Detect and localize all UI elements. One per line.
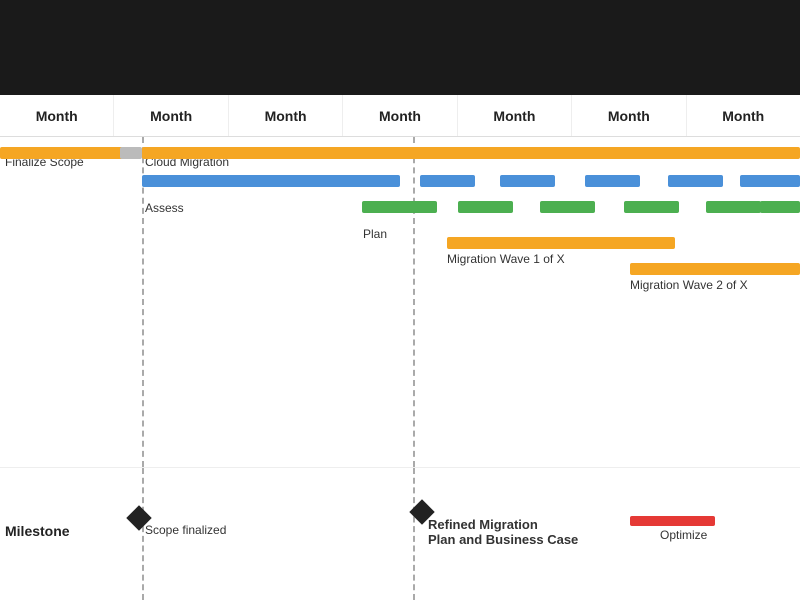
gantt-bar-5 (500, 175, 555, 187)
milestone-label-1: Refined Migration Plan and Business Case (428, 517, 578, 547)
gantt-bar-13 (706, 201, 761, 213)
gantt-bar-12 (624, 201, 679, 213)
milestone-dashed-line-0 (142, 468, 144, 600)
gantt-inline-label-1: Migration Wave 2 of X (630, 278, 748, 292)
month-col-3: Month (229, 95, 343, 136)
gantt-bar-0 (0, 147, 130, 159)
gantt-bar-15 (447, 237, 675, 249)
month-header: Month Month Month Month Month Month Mont… (0, 95, 800, 137)
gantt-bar-8 (740, 175, 800, 187)
top-bar (0, 0, 800, 95)
dashed-line-1 (413, 137, 415, 467)
gantt-bar-7 (668, 175, 723, 187)
milestone-bar-2 (630, 516, 715, 526)
month-col-1: Month (0, 95, 114, 136)
month-col-7: Month (687, 95, 800, 136)
month-col-2: Month (114, 95, 228, 136)
month-col-5: Month (458, 95, 572, 136)
row-label-2: Assess (145, 201, 184, 215)
gantt-inline-label-0: Migration Wave 1 of X (447, 252, 565, 266)
gantt-bar-16 (630, 263, 800, 275)
milestone-dashed-line-1 (413, 468, 415, 600)
gantt-bar-14 (760, 201, 800, 213)
milestone-label-0: Scope finalized (145, 523, 226, 537)
gantt-bar-10 (458, 201, 513, 213)
gantt-bar-3 (142, 175, 400, 187)
gantt-bar-1 (120, 147, 142, 159)
gantt-bar-11 (540, 201, 595, 213)
milestone-area: Milestone Scope finalized Refined Migratio… (0, 467, 800, 600)
gantt-bar-9 (362, 201, 437, 213)
gantt-area: Finalize ScopeCloud MigrationAssessPlanM… (0, 137, 800, 467)
milestone-label-2: Optimize (660, 528, 707, 542)
gantt-bar-2 (142, 147, 800, 159)
milestone-title: Milestone (5, 523, 70, 539)
gantt-bar-4 (420, 175, 475, 187)
gantt-bar-6 (585, 175, 640, 187)
row-label-3: Plan (363, 227, 387, 241)
month-col-6: Month (572, 95, 686, 136)
month-col-4: Month (343, 95, 457, 136)
